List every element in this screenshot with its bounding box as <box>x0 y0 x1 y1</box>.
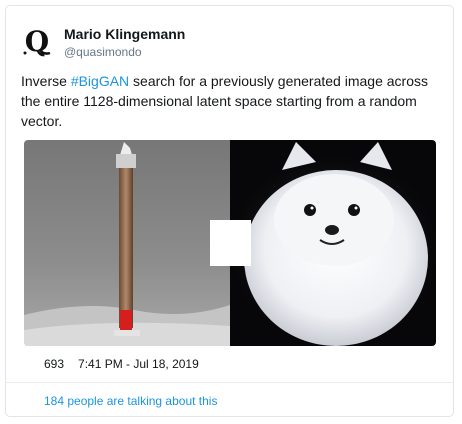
avatar[interactable]: Q <box>21 25 53 57</box>
white-square <box>210 220 251 266</box>
conversation-link[interactable]: 184 people are talking about this <box>44 394 217 409</box>
like-count[interactable]: 693 <box>44 357 64 371</box>
author-handle[interactable]: @quasimondo <box>64 45 142 60</box>
left-image-chimney <box>24 140 230 346</box>
tweet-text-start: Inverse <box>21 73 71 89</box>
divider <box>5 382 454 383</box>
tweet-text: Inverse #BigGAN search for a previously … <box>21 71 436 131</box>
timestamp[interactable]: 7:41 PM - Jul 18, 2019 <box>78 357 199 371</box>
hashtag-link[interactable]: #BigGAN <box>71 73 129 89</box>
tweet-meta: 693 7:41 PM - Jul 18, 2019 <box>44 357 199 372</box>
tweet-media[interactable] <box>24 140 436 346</box>
author-name[interactable]: Mario Klingemann <box>64 26 185 43</box>
right-image-dog <box>224 140 436 346</box>
